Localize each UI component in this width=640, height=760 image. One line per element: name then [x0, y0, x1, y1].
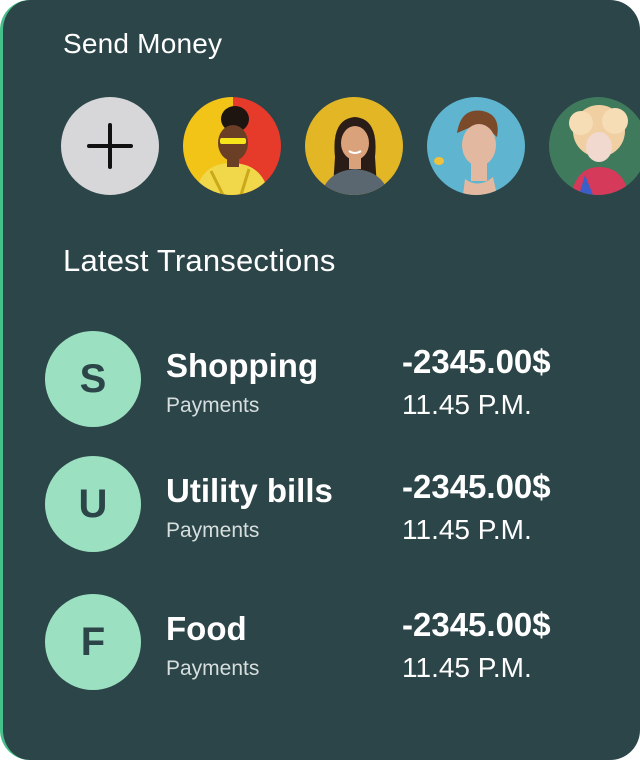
transaction-row[interactable]: F Food Payments -2345.00$ 11.45 P.M. — [45, 594, 605, 694]
transaction-name: Food — [166, 610, 247, 647]
latest-transactions-title: Latest Transections — [63, 243, 336, 278]
transaction-time: 11.45 P.M. — [402, 389, 532, 420]
transaction-amount: -2345.00$ — [402, 606, 551, 643]
contact-avatar-4[interactable] — [549, 97, 640, 195]
transaction-row[interactable]: U Utility bills Payments -2345.00$ 11.45… — [45, 456, 605, 556]
transaction-time: 11.45 P.M. — [402, 514, 532, 545]
contact-avatar-2[interactable] — [305, 97, 403, 195]
transaction-time: 11.45 P.M. — [402, 652, 532, 683]
contact-avatar-3[interactable] — [427, 97, 525, 195]
add-contact-button[interactable] — [61, 97, 159, 195]
transaction-amount: -2345.00$ — [402, 343, 551, 380]
transaction-amount: -2345.00$ — [402, 468, 551, 505]
plus-icon — [87, 123, 133, 169]
transaction-initial-icon: U — [45, 456, 141, 552]
transaction-type: Payments — [166, 519, 260, 542]
transaction-initial-icon: F — [45, 594, 141, 690]
contact-avatar-1[interactable] — [183, 97, 281, 195]
transaction-type: Payments — [166, 394, 260, 417]
contacts-row — [61, 97, 640, 197]
send-money-card: Send Money Latest Transections S Shoppin… — [0, 0, 640, 760]
transaction-name: Utility bills — [166, 472, 333, 509]
send-money-title: Send Money — [63, 28, 223, 59]
transaction-name: Shopping — [166, 347, 319, 384]
transaction-row[interactable]: S Shopping Payments -2345.00$ 11.45 P.M. — [45, 331, 605, 431]
transaction-initial-icon: S — [45, 331, 141, 427]
transaction-type: Payments — [166, 657, 260, 680]
